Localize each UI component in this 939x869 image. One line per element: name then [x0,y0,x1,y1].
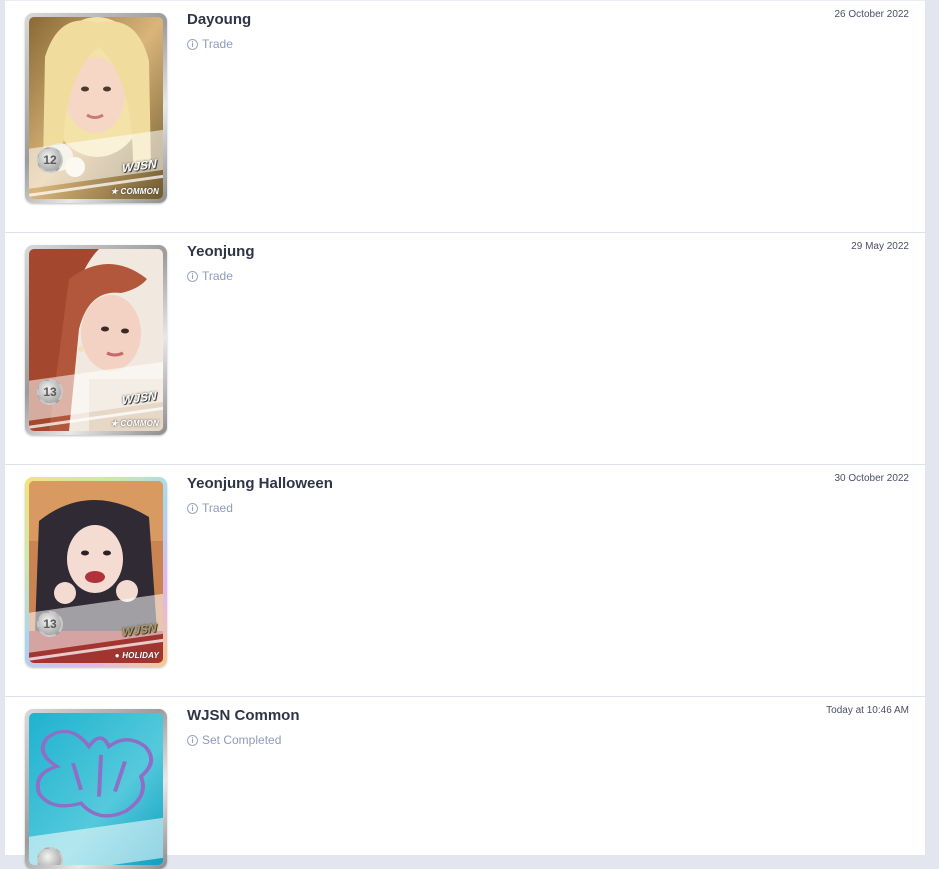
card-face: 13 WJSN ● HOLIDAY [29,481,163,663]
card-level-badge: 13 [37,611,63,637]
feed-item-type: Trade [202,37,233,51]
feed-item-subtitle: i Traed [187,501,233,515]
card-face: 13 WJSN ★ COMMON [29,249,163,431]
card-level-badge: 12 [37,147,63,173]
info-circle-icon: i [187,734,198,746]
feed-item-type: Traed [202,501,233,515]
feed-item: 12 WJSN ★ COMMON Dayoung i Trade 26 Octo… [5,1,925,233]
feed-item-type: Set Completed [202,733,282,747]
info-circle-icon: i [187,38,198,50]
card-rarity-label: ★ COMMON [110,419,159,428]
feed-item-date: 30 October 2022 [834,473,910,484]
feed-item-date: 29 May 2022 [851,241,909,252]
card-thumbnail[interactable]: 13 WJSN ★ COMMON [25,245,167,435]
feed-item: 13 WJSN ★ COMMON Yeonjung i Trade 29 May… [5,233,925,465]
card-thumbnail[interactable] [25,709,167,869]
card-level-badge: 13 [37,379,63,405]
card-thumbnail[interactable]: 13 WJSN ● HOLIDAY [25,477,167,667]
card-rarity-text: HOLIDAY [122,651,159,660]
feed-item-title[interactable]: Yeonjung Halloween [187,475,333,492]
activity-feed: 12 WJSN ★ COMMON Dayoung i Trade 26 Octo… [5,0,925,869]
card-rarity-text: COMMON [120,419,159,428]
card-thumbnail[interactable]: 12 WJSN ★ COMMON [25,13,167,203]
feed-item-date: Today at 10:46 AM [826,705,909,716]
card-face: 12 WJSN ★ COMMON [29,17,163,199]
card-rarity-text: COMMON [120,187,159,196]
card-face [29,713,163,865]
card-rarity-label: ★ COMMON [110,187,159,196]
card-rarity-label: ● HOLIDAY [114,651,159,660]
feed-item: WJSN Common i Set Completed Today at 10:… [5,697,925,869]
feed-item-date: 26 October 2022 [834,9,910,20]
feed-item-type: Trade [202,269,233,283]
feed-item-subtitle: i Set Completed [187,733,281,747]
feed-item-title[interactable]: Yeonjung [187,243,255,260]
feed-item-subtitle: i Trade [187,269,233,283]
feed-item-title[interactable]: Dayoung [187,11,251,28]
feed-item: 13 WJSN ● HOLIDAY Yeonjung Halloween i T… [5,465,925,697]
feed-item-subtitle: i Trade [187,37,233,51]
feed-item-title[interactable]: WJSN Common [187,707,300,724]
info-circle-icon: i [187,270,198,282]
info-circle-icon: i [187,502,198,514]
